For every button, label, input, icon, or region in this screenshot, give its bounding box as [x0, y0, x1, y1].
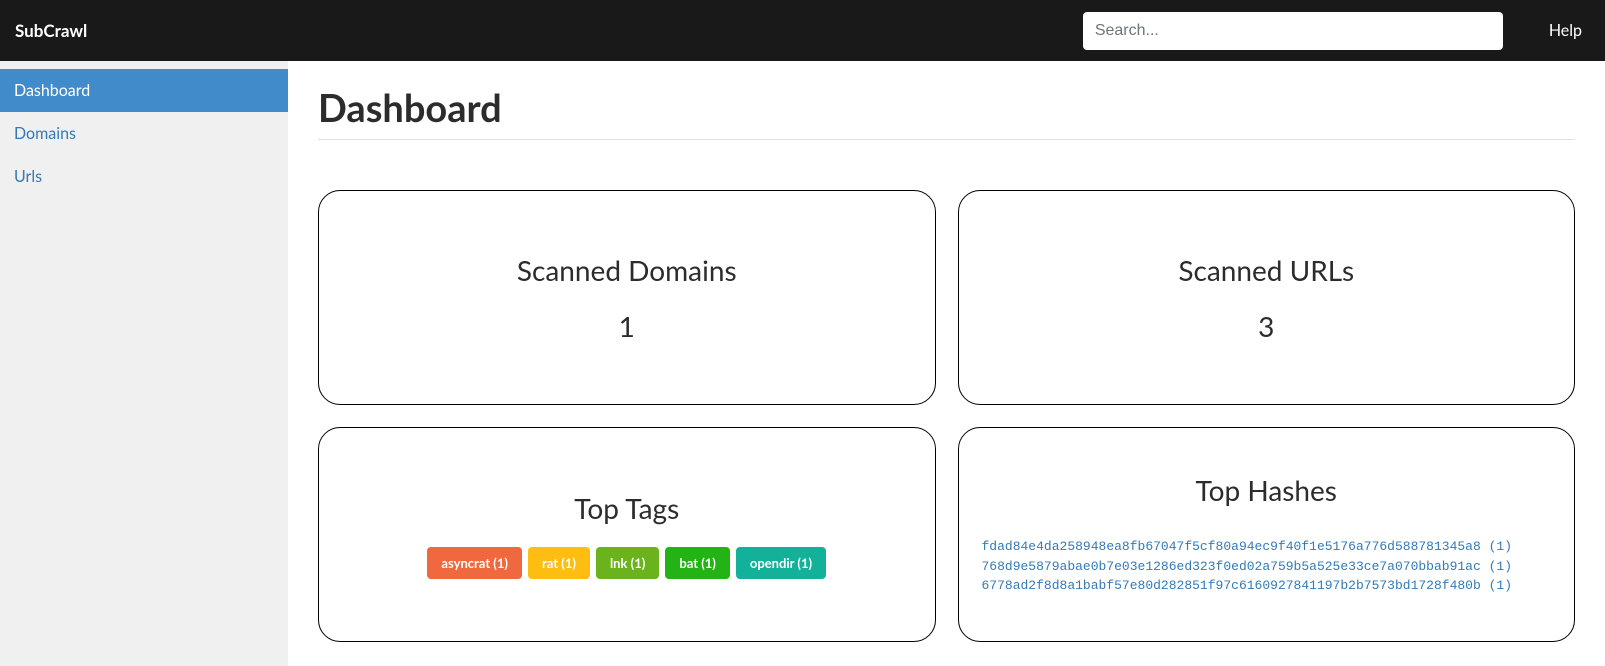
top-hashes-title: Top Hashes: [1196, 473, 1337, 507]
top-tags-card: Top Tags asyncrat (1) rat (1) lnk (1) ba…: [318, 427, 936, 642]
scanned-domains-title: Scanned Domains: [517, 253, 737, 287]
tag-badge[interactable]: bat (1): [665, 547, 730, 579]
top-tags-title: Top Tags: [574, 491, 679, 525]
tags-row: asyncrat (1) rat (1) lnk (1) bat (1) ope…: [427, 547, 826, 579]
tag-badge[interactable]: opendir (1): [736, 547, 826, 579]
scanned-urls-value: 3: [1258, 309, 1274, 343]
tag-badge[interactable]: asyncrat (1): [427, 547, 522, 579]
sidebar-item-domains[interactable]: Domains: [0, 112, 288, 155]
scanned-domains-card: Scanned Domains 1: [318, 190, 936, 405]
sidebar-item-dashboard[interactable]: Dashboard: [0, 69, 288, 112]
scanned-urls-card: Scanned URLs 3: [958, 190, 1576, 405]
hash-link[interactable]: 6778ad2f8d8a1babf57e80d282851f97c6160927…: [982, 576, 1552, 596]
brand-logo[interactable]: SubCrawl: [15, 20, 87, 41]
tag-badge[interactable]: rat (1): [528, 547, 590, 579]
page-title: Dashboard: [318, 85, 1575, 140]
scanned-urls-title: Scanned URLs: [1178, 253, 1354, 287]
scanned-domains-value: 1: [619, 309, 635, 343]
hash-link[interactable]: fdad84e4da258948ea8fb67047f5cf80a94ec9f4…: [982, 537, 1552, 557]
sidebar: Dashboard Domains Urls: [0, 61, 288, 666]
main-content: Dashboard Scanned Domains 1 Scanned URLs…: [288, 61, 1605, 666]
search-input[interactable]: [1083, 12, 1503, 50]
top-hashes-card: Top Hashes fdad84e4da258948ea8fb67047f5c…: [958, 427, 1576, 642]
navbar: SubCrawl Help: [0, 0, 1605, 61]
tag-badge[interactable]: lnk (1): [596, 547, 659, 579]
help-link[interactable]: Help: [1541, 21, 1590, 40]
hash-link[interactable]: 768d9e5879abae0b7e03e1286ed323f0ed02a759…: [982, 557, 1552, 577]
sidebar-item-urls[interactable]: Urls: [0, 155, 288, 198]
hashes-list: fdad84e4da258948ea8fb67047f5cf80a94ec9f4…: [974, 537, 1560, 596]
